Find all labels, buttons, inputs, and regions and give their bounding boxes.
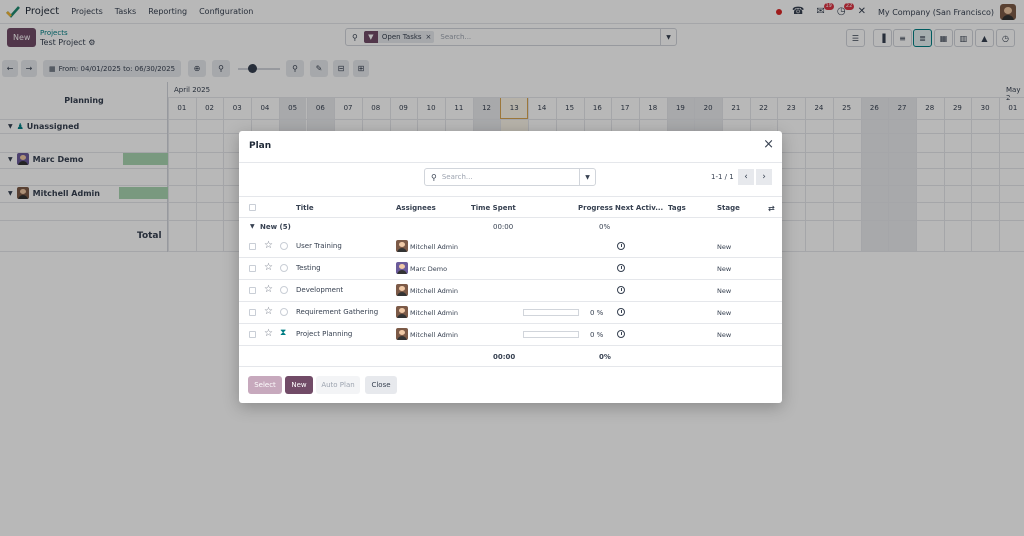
pager-value[interactable]: 1-1 / 1 [711, 173, 734, 181]
avatar [396, 284, 408, 296]
star-icon[interactable]: ☆ [264, 307, 273, 317]
table-row[interactable]: ☆ Requirement Gathering Mitchell Admin 0… [239, 302, 782, 324]
progress-value: 0 % [590, 309, 604, 317]
table-row[interactable]: ☆ ⧗ Project Planning Mitchell Admin 0 % … [239, 324, 782, 346]
auto-plan-button[interactable]: Auto Plan [316, 376, 360, 394]
status-circle-icon[interactable] [280, 308, 288, 316]
table-row[interactable]: ☆ Testing Marc Demo New [239, 258, 782, 280]
column-next-activity[interactable]: Next Activ... [615, 204, 663, 212]
activity-clock-icon[interactable] [617, 330, 625, 338]
stage-value: New [717, 331, 732, 339]
column-assignees[interactable]: Assignees [396, 204, 436, 212]
star-icon[interactable]: ☆ [264, 329, 273, 339]
row-checkbox[interactable] [249, 243, 256, 250]
optional-columns-icon[interactable]: ⇄ [768, 204, 775, 213]
task-title: Requirement Gathering [296, 308, 379, 316]
avatar [396, 306, 408, 318]
row-checkbox[interactable] [249, 309, 256, 316]
table-row[interactable]: ☆ User Training Mitchell Admin New [239, 236, 782, 258]
star-icon[interactable]: ☆ [264, 285, 273, 295]
search-icon: ⚲ [431, 172, 437, 182]
group-time-spent: 00:00 [493, 223, 514, 231]
assignee-name: Mitchell Admin [410, 287, 459, 295]
column-title[interactable]: Title [296, 204, 314, 212]
row-checkbox[interactable] [249, 287, 256, 294]
activity-clock-icon[interactable] [617, 286, 625, 294]
total-time-spent: 00:00 [493, 353, 516, 361]
table-header: Title Assignees Time Spent Progress Next… [239, 196, 782, 218]
activity-clock-icon[interactable] [617, 264, 625, 272]
pager-previous-icon[interactable]: ‹ [738, 169, 754, 185]
column-stage[interactable]: Stage [717, 204, 740, 212]
column-tags[interactable]: Tags [668, 204, 686, 212]
assignee-name: Mitchell Admin [410, 243, 459, 251]
assignee-name: Mitchell Admin [410, 309, 459, 317]
group-progress: 0% [599, 223, 611, 231]
stage-value: New [717, 287, 732, 295]
status-circle-icon[interactable] [280, 242, 288, 250]
caret-down-icon: ▼ [250, 223, 255, 230]
group-row[interactable]: ▼ New (5) 00:00 0% [239, 218, 782, 236]
stage-value: New [717, 243, 732, 251]
table-row[interactable]: ☆ Development Mitchell Admin New [239, 280, 782, 302]
avatar [396, 262, 408, 274]
task-title: Testing [296, 264, 321, 272]
assignee-name: Marc Demo [410, 265, 448, 273]
task-title: Development [296, 286, 344, 294]
search-options-toggle[interactable]: ▼ [579, 169, 595, 185]
status-circle-icon[interactable] [280, 286, 288, 294]
assignee-name: Mitchell Admin [410, 331, 459, 339]
star-icon[interactable]: ☆ [264, 241, 273, 251]
plan-dialog: Plan × ⚲ Search... ▼ 1-1 / 1 ‹ › Title A… [239, 131, 782, 403]
star-icon[interactable]: ☆ [264, 263, 273, 273]
avatar [396, 240, 408, 252]
task-title: User Training [296, 242, 342, 250]
new-button[interactable]: New [285, 376, 313, 394]
avatar [396, 328, 408, 340]
status-circle-icon[interactable] [280, 264, 288, 272]
row-checkbox[interactable] [249, 265, 256, 272]
dialog-title: Plan [249, 141, 272, 151]
progress-value: 0 % [590, 331, 604, 339]
stage-value: New [717, 309, 732, 317]
dialog-search-bar[interactable]: ⚲ Search... ▼ [424, 168, 596, 186]
table-footer: 00:00 0% [239, 347, 782, 367]
stage-value: New [717, 265, 732, 273]
hourglass-icon[interactable]: ⧗ [280, 329, 286, 338]
activity-clock-icon[interactable] [617, 242, 625, 250]
activity-clock-icon[interactable] [617, 308, 625, 316]
row-checkbox[interactable] [249, 331, 256, 338]
dialog-header: Plan × [239, 131, 782, 163]
select-button[interactable]: Select [248, 376, 282, 394]
select-all-checkbox[interactable] [249, 204, 256, 211]
progress-bar [523, 309, 579, 316]
close-icon[interactable]: × [763, 138, 774, 151]
progress-bar [523, 331, 579, 338]
column-time-spent[interactable]: Time Spent [471, 204, 516, 212]
column-progress[interactable]: Progress [578, 204, 613, 212]
dialog-search-input[interactable]: Search... [442, 173, 473, 181]
close-button[interactable]: Close [365, 376, 397, 394]
task-title: Project Planning [296, 330, 353, 338]
group-label: New (5) [260, 223, 291, 231]
pager-next-icon[interactable]: › [756, 169, 772, 185]
total-progress: 0% [599, 353, 611, 361]
